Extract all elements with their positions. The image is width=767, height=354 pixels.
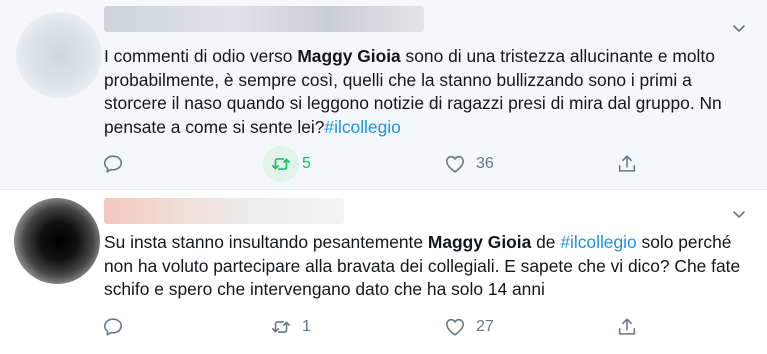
bold-mention: Maggy Gioia bbox=[427, 232, 532, 252]
reply-button[interactable] bbox=[102, 150, 134, 178]
avatar-blurred[interactable] bbox=[14, 198, 100, 284]
retweet-count: 5 bbox=[302, 155, 311, 172]
share-icon bbox=[618, 155, 636, 172]
tweet-actions: 5 36 bbox=[100, 146, 660, 182]
retweet-icon bbox=[271, 321, 291, 333]
heart-icon bbox=[445, 318, 465, 336]
like-count: 36 bbox=[476, 155, 494, 172]
avatar-blurred[interactable] bbox=[16, 12, 102, 98]
tweet-feed: I commenti di odio verso Maggy Gioia son… bbox=[0, 0, 767, 354]
share-icon bbox=[618, 318, 636, 335]
tweet[interactable]: Su insta stanno insultando pesantemente … bbox=[0, 190, 767, 354]
tweet-text: Su insta stanno insultando pesantemente … bbox=[104, 232, 741, 299]
hashtag-link[interactable]: #ilcollegio bbox=[324, 117, 400, 137]
retweet-button[interactable]: 5 bbox=[263, 146, 311, 182]
reply-icon bbox=[103, 155, 123, 173]
username-blurred[interactable] bbox=[104, 198, 344, 224]
share-button[interactable] bbox=[616, 313, 638, 341]
chevron-down-icon[interactable] bbox=[731, 20, 747, 36]
heart-icon bbox=[445, 155, 465, 173]
retweet-count: 1 bbox=[302, 318, 311, 335]
like-button[interactable]: 27 bbox=[444, 313, 494, 341]
retweet-hover-circle bbox=[263, 146, 299, 182]
reply-button[interactable] bbox=[102, 313, 134, 341]
retweet-icon bbox=[271, 158, 291, 170]
tweet-text: I commenti di odio verso Maggy Gioia son… bbox=[104, 46, 722, 137]
username-blurred[interactable] bbox=[104, 6, 424, 32]
share-button[interactable] bbox=[616, 150, 638, 178]
reply-icon bbox=[103, 318, 123, 336]
like-count: 27 bbox=[476, 318, 494, 335]
hashtag-link[interactable]: #ilcollegio bbox=[560, 232, 636, 252]
tweet-actions: 1 27 bbox=[100, 313, 660, 341]
like-button[interactable]: 36 bbox=[444, 150, 494, 178]
chevron-down-icon[interactable] bbox=[731, 206, 747, 222]
tweet[interactable]: I commenti di odio verso Maggy Gioia son… bbox=[0, 0, 767, 190]
bold-mention: Maggy Gioia bbox=[297, 46, 401, 66]
retweet-button[interactable]: 1 bbox=[270, 313, 311, 341]
